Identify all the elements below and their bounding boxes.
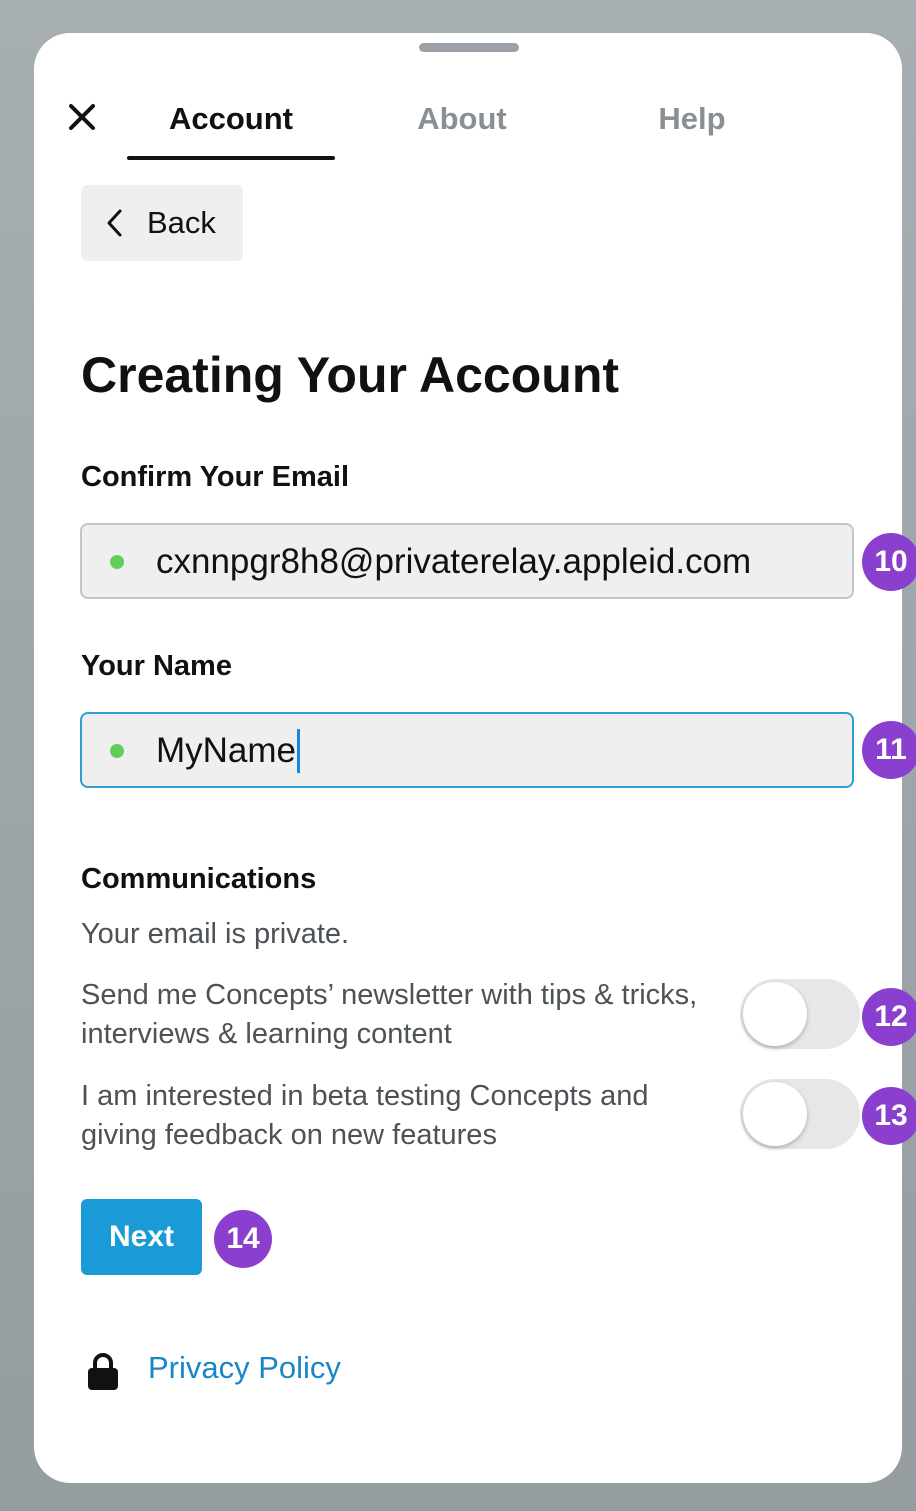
name-field[interactable]: MyName	[80, 712, 854, 788]
annotation-badge: 11	[862, 721, 916, 779]
chevron-left-icon	[101, 207, 129, 239]
name-value-wrap: MyName	[156, 728, 301, 773]
back-button[interactable]: Back	[81, 185, 243, 261]
close-icon[interactable]	[62, 97, 102, 137]
back-button-label: Back	[147, 205, 216, 240]
account-sheet: Account About Help Back Creating Your Ac…	[34, 33, 902, 1483]
email-value: cxnnpgr8h8@privaterelay.appleid.com	[156, 542, 752, 581]
annotation-badge: 13	[862, 1087, 916, 1145]
communications-label: Communications	[81, 863, 317, 895]
name-valid-dot	[110, 744, 124, 758]
page-title: Creating Your Account	[81, 347, 620, 403]
communications-note: Your email is private.	[81, 918, 350, 950]
tab-help[interactable]: Help	[594, 95, 790, 143]
annotation-badge: 14	[214, 1210, 272, 1268]
newsletter-toggle[interactable]	[740, 979, 860, 1049]
name-value: MyName	[156, 731, 297, 770]
lock-icon	[86, 1351, 120, 1391]
beta-option-text: I am interested in beta testing Concepts…	[81, 1080, 649, 1151]
beta-testing-toggle[interactable]	[740, 1079, 860, 1149]
active-tab-indicator	[127, 156, 335, 160]
name-label: Your Name	[81, 650, 232, 682]
email-field[interactable]: cxnnpgr8h8@privaterelay.appleid.com	[80, 523, 854, 599]
privacy-policy-link[interactable]: Privacy Policy	[148, 1348, 341, 1388]
sheet-grabber[interactable]	[419, 43, 519, 52]
next-button[interactable]: Next	[81, 1199, 202, 1275]
newsletter-option-text: Send me Concepts’ newsletter with tips &…	[81, 979, 698, 1050]
toggle-knob	[743, 982, 807, 1046]
tab-account[interactable]: Account	[127, 95, 335, 143]
email-valid-dot	[110, 555, 124, 569]
toggle-knob	[743, 1082, 807, 1146]
email-label: Confirm Your Email	[81, 461, 350, 493]
tab-about[interactable]: About	[364, 95, 560, 143]
text-caret	[297, 728, 301, 773]
annotation-badge: 10	[862, 533, 916, 591]
annotation-badge: 12	[862, 988, 916, 1046]
